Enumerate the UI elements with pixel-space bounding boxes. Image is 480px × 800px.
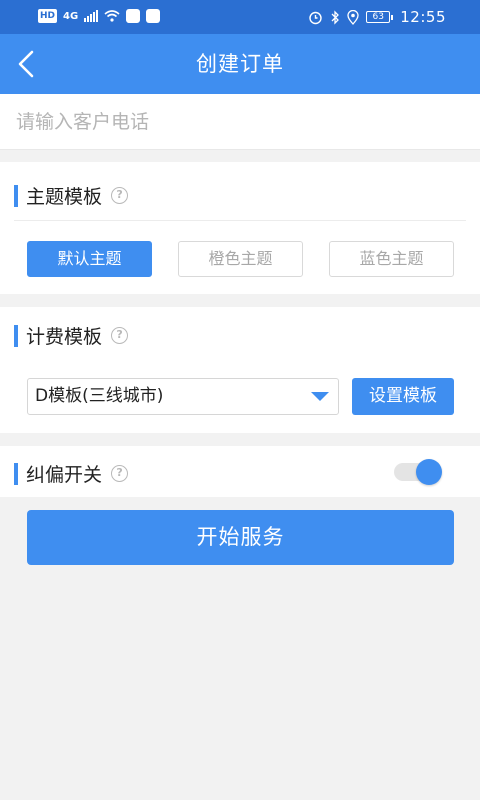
correction-toggle[interactable]: [394, 459, 446, 485]
wifi-icon: [104, 10, 120, 22]
network-type: 4G: [63, 10, 79, 22]
theme-option-default[interactable]: 默认主题: [27, 241, 152, 277]
question-circle-icon[interactable]: ?: [111, 465, 129, 482]
bluetooth-icon: [331, 9, 340, 25]
billing-section-title: 计费模板: [26, 326, 103, 348]
theme-section-header: 主题模板 ?: [14, 182, 129, 209]
question-circle-icon[interactable]: ?: [111, 187, 129, 204]
battery-level: 63: [366, 11, 391, 23]
customer-phone-input[interactable]: [16, 94, 466, 150]
start-service-button[interactable]: 开始服务: [27, 510, 454, 565]
set-template-button[interactable]: 设置模板: [352, 378, 454, 415]
toggle-knob: [416, 459, 442, 485]
status-left: HD 4G: [38, 9, 161, 23]
battery-icon: 63: [366, 11, 394, 23]
signal-icon: [84, 10, 99, 22]
question-circle-icon[interactable]: ?: [111, 327, 129, 344]
theme-section: 主题模板 ? 默认主题 橙色主题 蓝色主题: [0, 162, 480, 294]
theme-section-title: 主题模板: [26, 186, 103, 208]
status-bar: HD 4G 63 12:55: [0, 0, 480, 34]
status-right: 63 12:55: [308, 8, 446, 26]
theme-option-orange[interactable]: 橙色主题: [178, 241, 303, 277]
correction-section-title: 纠偏开关: [26, 464, 103, 486]
section-accent-bar: [14, 184, 18, 207]
correction-section-header: 纠偏开关 ?: [14, 460, 129, 487]
billing-template-value: D模板(三线城市): [35, 386, 164, 406]
correction-section: 纠偏开关 ?: [0, 446, 480, 497]
page-title: 创建订单: [196, 52, 284, 76]
hd-badge: HD: [38, 9, 58, 23]
billing-template-select[interactable]: D模板(三线城市): [27, 378, 339, 415]
billing-section: 计费模板 ? D模板(三线城市) 设置模板: [0, 307, 480, 433]
theme-option-blue[interactable]: 蓝色主题: [329, 241, 454, 277]
app-notification-icon: [126, 9, 141, 23]
caret-down-icon: [311, 392, 329, 401]
divider: [14, 220, 466, 221]
app-notification-icon: [146, 9, 161, 23]
phone-row: [0, 94, 480, 150]
location-icon: [347, 9, 359, 25]
alarm-icon: [309, 11, 322, 24]
billing-section-header: 计费模板 ?: [14, 322, 129, 349]
status-time: 12:55: [400, 8, 446, 26]
app-header: 创建订单: [0, 34, 480, 94]
section-accent-bar: [14, 324, 18, 347]
section-accent-bar: [14, 462, 18, 485]
